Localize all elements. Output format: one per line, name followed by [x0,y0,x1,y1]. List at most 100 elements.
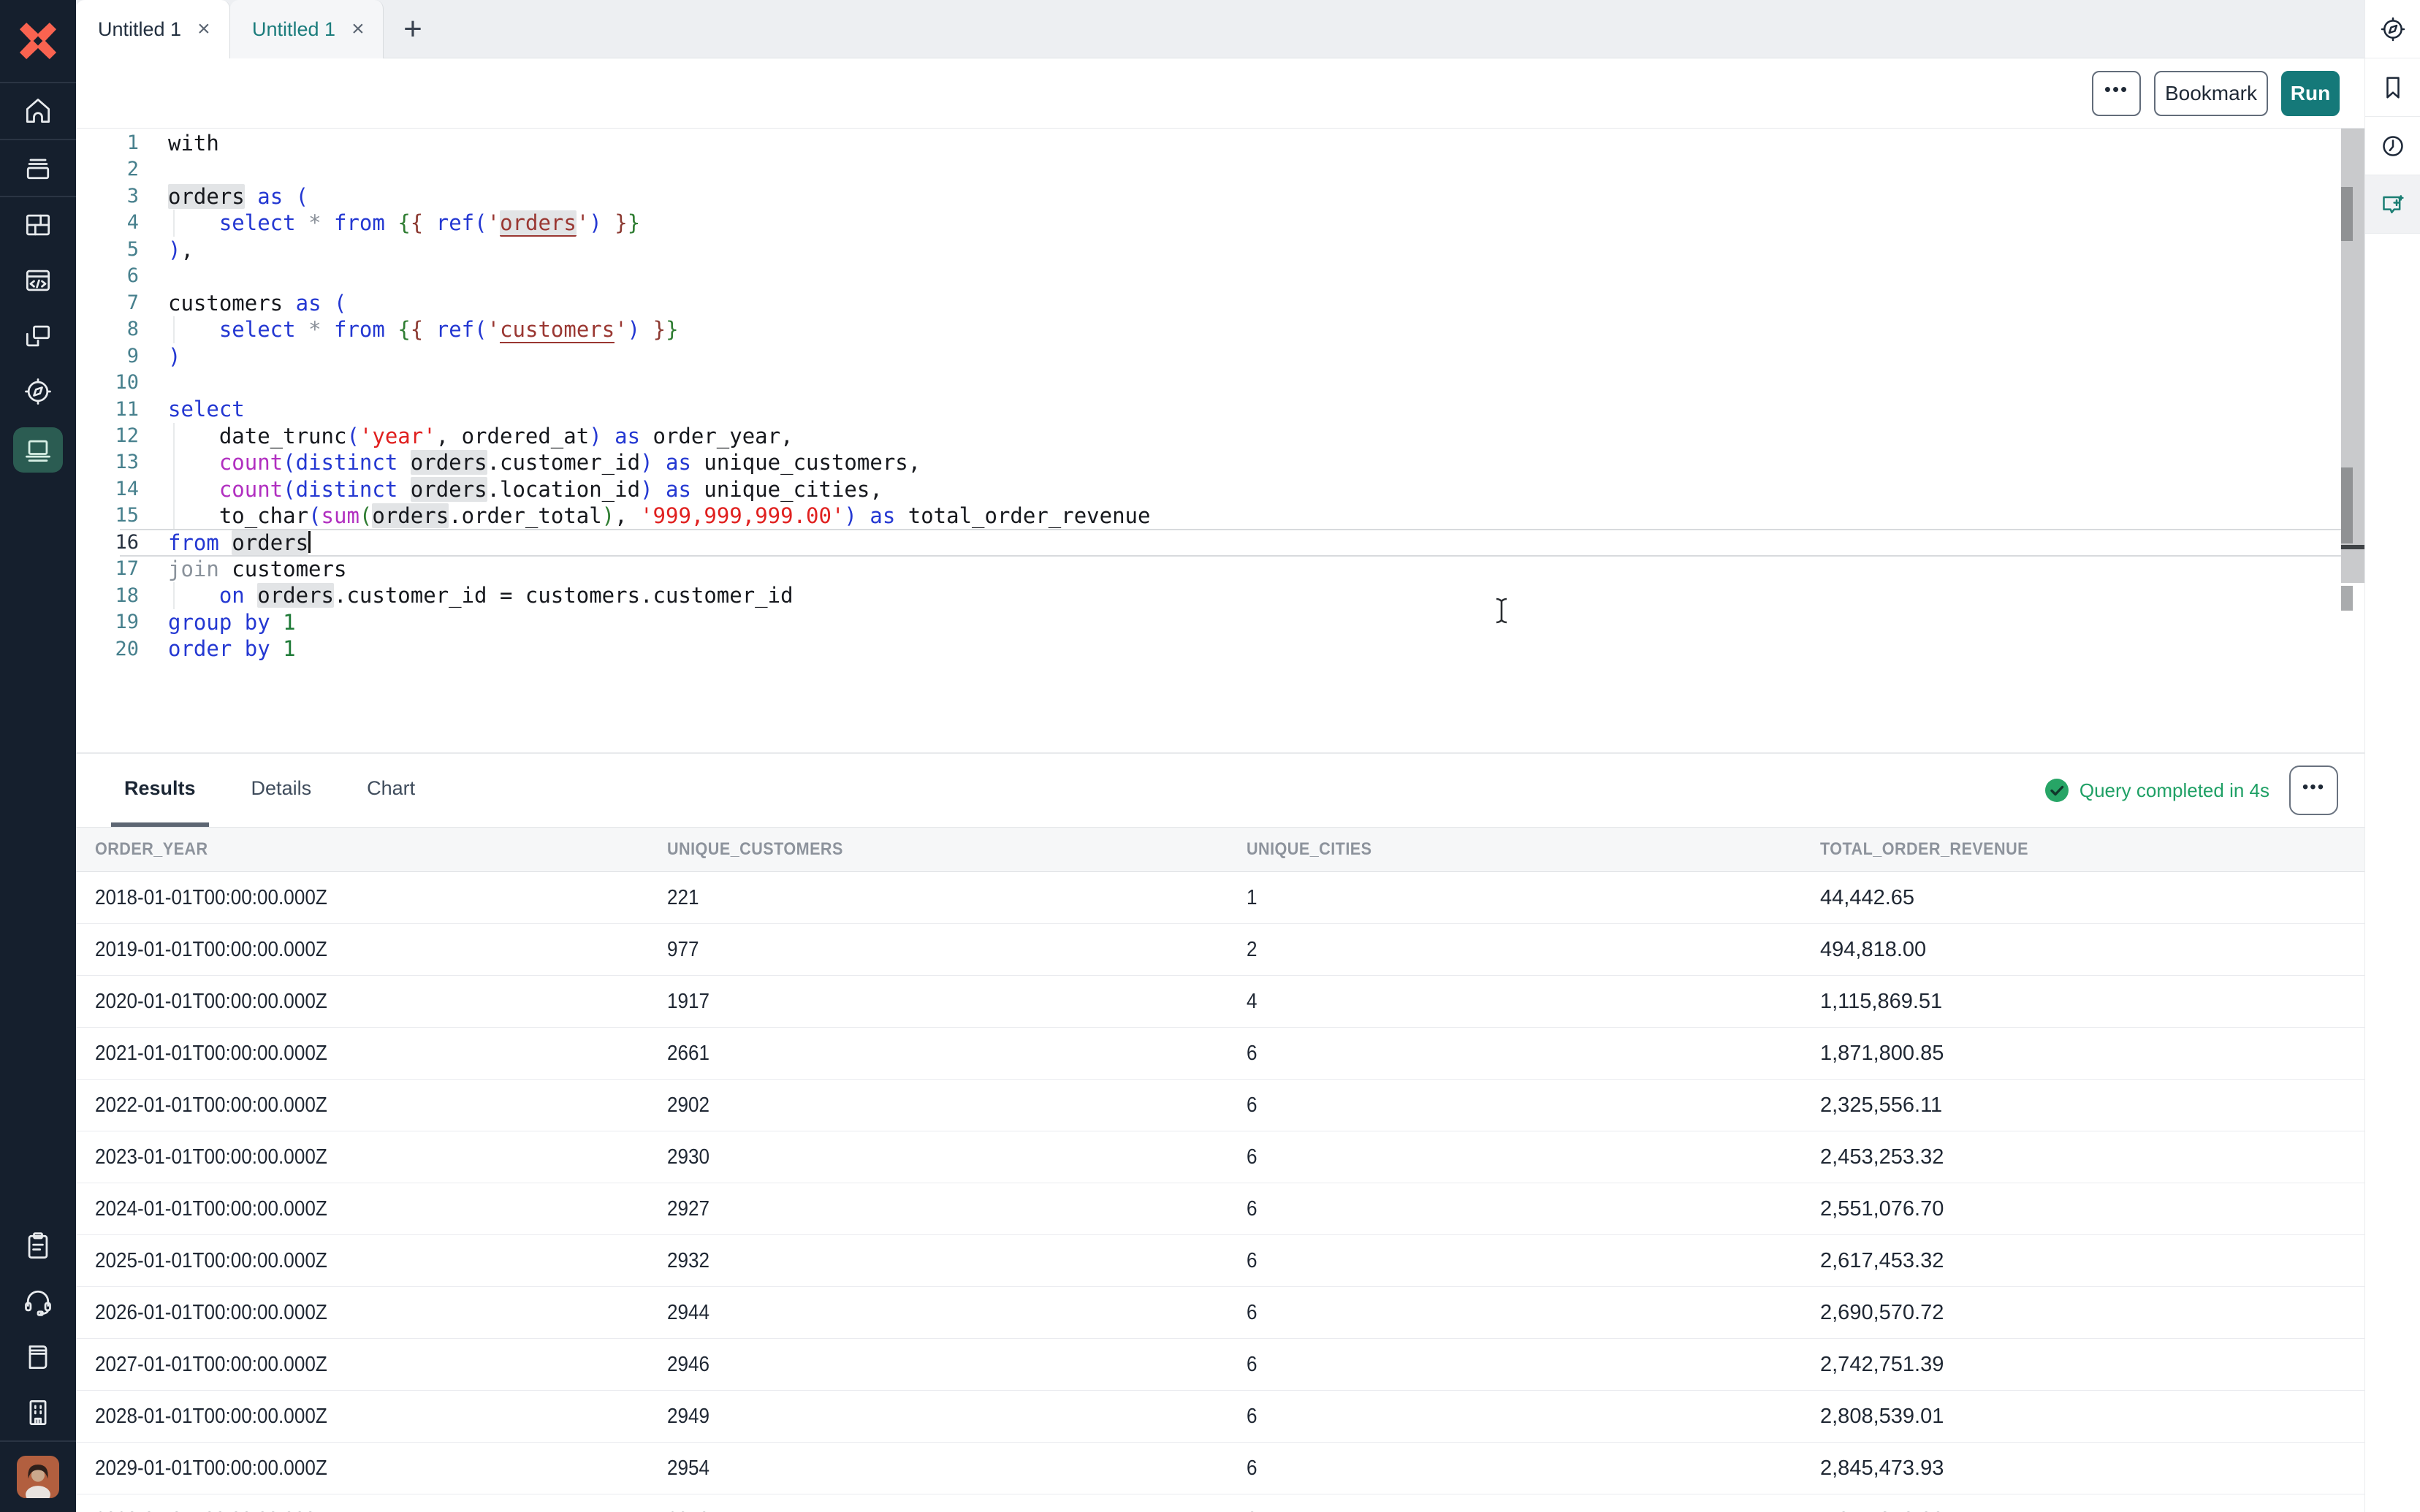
code-line-10[interactable] [168,370,2341,396]
table-row[interactable]: 2019-01-01T00:00:00.000Z9772494,818.00 [76,924,2364,976]
code-line-13[interactable]: count(distinct orders.customer_id) as un… [168,449,2341,476]
code-window-icon [22,264,54,297]
line-number: 2 [76,156,139,183]
right-sidebar [2364,0,2420,1512]
sidebar-item-projects[interactable] [0,140,76,196]
results-table-body: 2018-01-01T00:00:00.000Z221144,442.65201… [76,872,2364,1512]
code-line-2[interactable] [168,156,2341,183]
table-cell: 6 [1228,1456,1801,1481]
sidebar-item-sessions[interactable] [0,308,76,364]
column-header[interactable]: ORDER_YEAR [76,839,648,860]
sidebar-item-history[interactable] [2365,117,2420,175]
sidebar-item-support[interactable] [0,1274,76,1329]
sidebar-item-explore[interactable] [0,364,76,419]
table-cell: 6 [1228,1249,1801,1273]
sidebar-item-ai-assistant[interactable] [2365,175,2420,234]
table-cell: 4 [1228,990,1801,1014]
sidebar-item-terminal-active[interactable] [0,419,76,481]
code-line-4[interactable]: select * from {{ ref('orders') }} [168,210,2341,236]
code-line-7[interactable]: customers as ( [168,290,2341,316]
table-cell: 1,871,800.85 [1801,1042,2364,1066]
table-row[interactable]: 2026-01-01T00:00:00.000Z294462,690,570.7… [76,1287,2364,1339]
more-options-button[interactable]: ••• [2092,71,2141,116]
line-number: 6 [76,263,139,289]
close-icon[interactable]: × [197,18,210,40]
table-row[interactable]: 2018-01-01T00:00:00.000Z221144,442.65 [76,872,2364,924]
code-line-15[interactable]: to_char(sum(orders.order_total), '999,99… [168,503,2341,529]
table-cell: 2944 [648,1301,1228,1325]
table-cell: 2946 [648,1353,1228,1377]
table-cell: 2927 [648,1197,1228,1221]
editor-code[interactable]: with orders as ( select * from {{ ref('or… [168,130,2341,663]
results-tab-results[interactable]: Results [111,754,209,827]
column-header[interactable]: TOTAL_ORDER_REVENUE [1801,839,2364,860]
table-row[interactable]: 2030-01-01T00:00:00.000Z287961,841,049.3… [76,1494,2364,1512]
new-tab-button[interactable]: + [384,0,442,58]
results-table-header: ORDER_YEARUNIQUE_CUSTOMERSUNIQUE_CITIEST… [76,827,2364,872]
code-line-11[interactable]: select [168,396,2341,422]
active-pill [13,427,63,473]
code-line-16[interactable]: from orders [168,530,2341,556]
document-tab-1[interactable]: Untitled 1 × [76,0,230,58]
table-cell: 2,845,473.93 [1801,1456,2364,1481]
sidebar-item-apps[interactable] [0,197,76,253]
sidebar-item-code[interactable] [0,253,76,308]
editor-scrollbar[interactable] [2341,129,2364,583]
code-line-3[interactable]: orders as ( [168,183,2341,210]
code-line-8[interactable]: select * from {{ ref('customers') }} [168,316,2341,343]
table-row[interactable]: 2027-01-01T00:00:00.000Z294662,742,751.3… [76,1339,2364,1391]
column-header[interactable]: UNIQUE_CUSTOMERS [648,839,1228,860]
bookmark-button[interactable]: Bookmark [2154,71,2268,116]
table-row[interactable]: 2024-01-01T00:00:00.000Z292762,551,076.7… [76,1183,2364,1235]
grid-icon [22,209,54,241]
column-header[interactable]: UNIQUE_CITIES [1228,839,1801,860]
hex-logo[interactable] [0,0,76,82]
table-row[interactable]: 2022-01-01T00:00:00.000Z290262,325,556.1… [76,1080,2364,1131]
sidebar-item-home[interactable] [0,83,76,139]
code-line-9[interactable]: ) [168,343,2341,370]
code-line-6[interactable] [168,263,2341,289]
clock-icon [2378,131,2408,161]
scrollbar-thumb[interactable] [2341,467,2353,543]
table-row[interactable]: 2021-01-01T00:00:00.000Z266161,871,800.8… [76,1028,2364,1080]
table-row[interactable]: 2020-01-01T00:00:00.000Z191741,115,869.5… [76,976,2364,1028]
sidebar-item-organization[interactable] [0,1385,76,1440]
tab-label: Untitled 1 [252,18,335,41]
results-tab-chart[interactable]: Chart [354,754,428,827]
results-tabs: Results Details Chart [76,754,2364,827]
sidebar-item-bookmark[interactable] [2365,58,2420,117]
code-line-12[interactable]: date_trunc('year', ordered_at) as order_… [168,423,2341,449]
table-row[interactable]: 2029-01-01T00:00:00.000Z295462,845,473.9… [76,1443,2364,1494]
code-line-5[interactable]: ), [168,237,2341,263]
table-row[interactable]: 2023-01-01T00:00:00.000Z293062,453,253.3… [76,1131,2364,1183]
sidebar-item-docs[interactable] [0,1329,76,1385]
book-icon [22,1341,54,1373]
code-line-14[interactable]: count(distinct orders.location_id) as un… [168,476,2341,503]
table-cell: 6 [1228,1145,1801,1169]
sql-editor[interactable]: 1234567891011121314151617181920 withorde… [76,129,2341,752]
table-cell: 2019-01-01T00:00:00.000Z [76,938,648,962]
table-cell: 44,442.65 [1801,886,2364,910]
table-row[interactable]: 2028-01-01T00:00:00.000Z294962,808,539.0… [76,1391,2364,1443]
table-cell: 2,617,453.32 [1801,1249,2364,1273]
results-more-button[interactable]: ••• [2289,765,2338,815]
document-tab-2[interactable]: Untitled 1 × [230,0,384,58]
code-line-17[interactable]: join customers [168,556,2341,582]
table-cell: 494,818.00 [1801,938,2364,962]
table-cell: 2028-01-01T00:00:00.000Z [76,1405,648,1429]
table-cell: 6 [1228,1405,1801,1429]
table-row[interactable]: 2025-01-01T00:00:00.000Z293262,617,453.3… [76,1235,2364,1287]
compass-icon [2378,15,2408,44]
run-button[interactable]: Run [2281,71,2340,116]
code-line-1[interactable]: with [168,130,2341,156]
user-avatar[interactable] [0,1442,76,1512]
close-icon[interactable]: × [351,18,365,40]
sidebar-item-clipboard[interactable] [0,1218,76,1274]
code-line-20[interactable]: order by 1 [168,635,2341,662]
sidebar-item-compass[interactable] [2365,0,2420,58]
table-cell: 2,742,751.39 [1801,1353,2364,1377]
results-tab-details[interactable]: Details [238,754,325,827]
code-line-18[interactable]: on orders.customer_id = customers.custom… [168,582,2341,608]
scrollbar-thumb[interactable] [2341,187,2353,241]
code-line-19[interactable]: group by 1 [168,609,2341,635]
